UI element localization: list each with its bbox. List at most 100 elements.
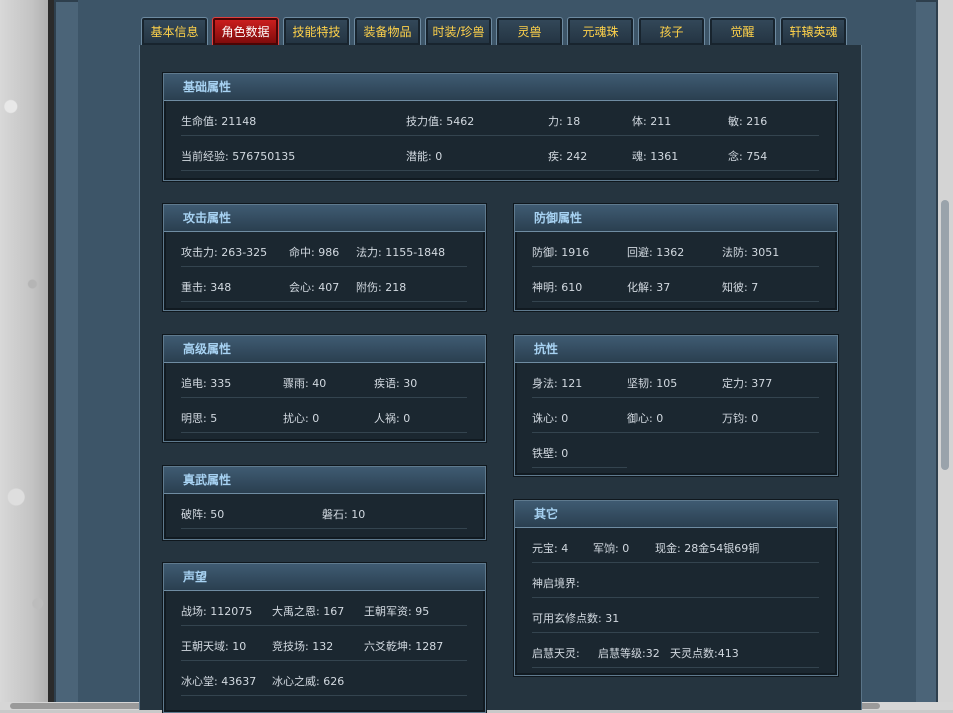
stat-crit: 会心: 407 <box>289 281 340 294</box>
table-row: 铁壁: 0 <box>532 433 627 468</box>
stat-hp: 生命值: 21148 <box>181 115 257 128</box>
stat-con: 体: 211 <box>632 115 672 128</box>
table-row: 生命值: 21148 技力值: 5462 力: 18 体: 211 敏: 216 <box>181 101 819 136</box>
vertical-scrollbar[interactable] <box>938 0 953 710</box>
box-title: 高级属性 <box>164 336 485 363</box>
tab-character-data[interactable]: 角色数据 <box>212 17 279 45</box>
stat-zhuidian: 追电: 335 <box>181 377 232 390</box>
table-row: 重击: 348 会心: 407 附伤: 218 <box>181 267 467 302</box>
rep-dynasty-realm: 王朝天域: 10 <box>181 640 247 653</box>
stat-evasion: 回避: 1362 <box>627 246 685 259</box>
rep-bingxin-hall: 冰心堂: 43637 <box>181 675 257 688</box>
advanced-attributes-box: 高级属性 追电: 335 骤雨: 40 疾语: 30 明思: 5 扰心: 0 人… <box>163 335 486 442</box>
rep-battlefield: 战场: 112075 <box>181 605 253 618</box>
defense-attributes-box: 防御属性 防御: 1916 回避: 1362 法防: 3051 神明: 610 … <box>514 204 838 311</box>
resistance-box: 抗性 身法: 121 坚韧: 105 定力: 377 诛心: 0 御心: 0 万… <box>514 335 838 476</box>
tab-xuanyuan-heroes[interactable]: 轩辕英魂 <box>780 17 847 45</box>
stat-yuxin: 御心: 0 <box>627 412 664 425</box>
stat-tianling-points: 天灵点数:413 <box>670 647 739 660</box>
other-box: 其它 元宝: 4 军饷: 0 现金: 28金54银69铜 神启境界: 可用玄修点… <box>514 500 838 676</box>
table-row: 神明: 610 化解: 37 知彼: 7 <box>532 267 819 302</box>
stat-divine: 神明: 610 <box>532 281 583 294</box>
table-row: 破阵: 50 磐石: 10 <box>181 494 467 529</box>
stat-qihui-level: 启慧等级:32 <box>598 647 660 660</box>
stat-magic-defense: 法防: 3051 <box>722 246 780 259</box>
stat-speed: 疾: 242 <box>548 150 588 163</box>
box-title: 声望 <box>164 564 485 591</box>
stat-xuanxiu-points: 可用玄修点数: 31 <box>532 612 620 625</box>
stat-cash: 现金: 28金54银69铜 <box>655 542 760 555</box>
tab-soul-orb[interactable]: 元魂珠 <box>567 17 634 45</box>
box-title: 其它 <box>515 501 837 528</box>
stat-soul: 魂: 1361 <box>632 150 679 163</box>
table-row: 诛心: 0 御心: 0 万钧: 0 <box>532 398 819 433</box>
rep-liuyao: 六爻乾坤: 1287 <box>364 640 444 653</box>
stat-exp: 当前经验: 576750135 <box>181 150 296 163</box>
stone-background <box>0 0 54 710</box>
stat-sp: 技力值: 5462 <box>406 115 475 128</box>
stat-shenfa: 身法: 121 <box>532 377 583 390</box>
tab-basic-info[interactable]: 基本信息 <box>141 17 208 45</box>
stat-dingli: 定力: 377 <box>722 377 773 390</box>
basic-attributes-box: 基础属性 生命值: 21148 技力值: 5462 力: 18 体: 211 敏… <box>163 73 838 181</box>
table-row: 明思: 5 扰心: 0 人祸: 0 <box>181 398 467 433</box>
zhenwu-attributes-box: 真武属性 破阵: 50 磐石: 10 <box>163 466 486 540</box>
attack-attributes-box: 攻击属性 攻击力: 263-325 命中: 986 法力: 1155-1848 … <box>163 204 486 311</box>
table-row: 追电: 335 骤雨: 40 疾语: 30 <box>181 363 467 398</box>
stat-zhouyu: 骤雨: 40 <box>283 377 327 390</box>
stat-dissolve: 化解: 37 <box>627 281 671 294</box>
table-row: 冰心堂: 43637 冰心之威: 626 <box>181 661 467 696</box>
stat-shenqi-realm: 神启境界: <box>532 577 580 590</box>
stat-yuanbao: 元宝: 4 <box>532 542 569 555</box>
vertical-scrollbar-thumb[interactable] <box>941 200 949 470</box>
stat-qihui-tianling: 启慧天灵: <box>532 647 580 660</box>
stat-renhuo: 人祸: 0 <box>374 412 411 425</box>
stat-pozhen: 破阵: 50 <box>181 508 225 521</box>
reputation-box: 声望 战场: 112075 大禹之恩: 167 王朝军资: 95 王朝天域: 1… <box>163 563 486 713</box>
stat-mind: 念: 754 <box>728 150 768 163</box>
stat-agi: 敏: 216 <box>728 115 768 128</box>
content-panel: 基础属性 生命值: 21148 技力值: 5462 力: 18 体: 211 敏… <box>139 45 862 713</box>
stat-defense: 防御: 1916 <box>532 246 590 259</box>
stat-junxiang: 军饷: 0 <box>593 542 630 555</box>
table-row: 神启境界: <box>532 563 819 598</box>
tab-children[interactable]: 孩子 <box>638 17 705 45</box>
rep-bingxin-might: 冰心之威: 626 <box>272 675 345 688</box>
tab-equipment[interactable]: 装备物品 <box>354 17 421 45</box>
table-row: 元宝: 4 军饷: 0 现金: 28金54银69铜 <box>532 528 819 563</box>
stat-jiyu: 疾语: 30 <box>374 377 418 390</box>
rep-dynasty-supply: 王朝军资: 95 <box>364 605 430 618</box>
table-row: 攻击力: 263-325 命中: 986 法力: 1155-1848 <box>181 232 467 267</box>
tab-bar: 基本信息 角色数据 技能特技 装备物品 时装/珍兽 灵兽 元魂珠 孩子 觉醒 轩… <box>141 17 847 45</box>
rep-arena: 竞技场: 132 <box>272 640 334 653</box>
stat-hit: 命中: 986 <box>289 246 340 259</box>
rep-dayu: 大禹之恩: 167 <box>272 605 345 618</box>
stat-wanjun: 万钧: 0 <box>722 412 759 425</box>
table-row: 防御: 1916 回避: 1362 法防: 3051 <box>532 232 819 267</box>
table-row: 身法: 121 坚韧: 105 定力: 377 <box>532 363 819 398</box>
tab-skills[interactable]: 技能特技 <box>283 17 350 45</box>
stat-potential: 潜能: 0 <box>406 150 443 163</box>
box-title: 基础属性 <box>164 74 837 101</box>
stat-mingsi: 明思: 5 <box>181 412 218 425</box>
table-row: 当前经验: 576750135 潜能: 0 疾: 242 魂: 1361 念: … <box>181 136 819 171</box>
tab-fashion-pets[interactable]: 时装/珍兽 <box>425 17 492 45</box>
stat-zhuxin: 诛心: 0 <box>532 412 569 425</box>
stat-insight: 知彼: 7 <box>722 281 759 294</box>
stat-raoxin: 扰心: 0 <box>283 412 320 425</box>
box-title: 攻击属性 <box>164 205 485 232</box>
box-title: 防御属性 <box>515 205 837 232</box>
table-row: 战场: 112075 大禹之恩: 167 王朝军资: 95 <box>181 591 467 626</box>
stat-magic: 法力: 1155-1848 <box>356 246 446 259</box>
tab-spirit-beast[interactable]: 灵兽 <box>496 17 563 45</box>
stat-heavy-hit: 重击: 348 <box>181 281 232 294</box>
stat-attack: 攻击力: 263-325 <box>181 246 268 259</box>
tab-awakening[interactable]: 觉醒 <box>709 17 776 45</box>
box-title: 抗性 <box>515 336 837 363</box>
box-title: 真武属性 <box>164 467 485 494</box>
table-row: 王朝天域: 10 竞技场: 132 六爻乾坤: 1287 <box>181 626 467 661</box>
stat-str: 力: 18 <box>548 115 581 128</box>
table-row: 启慧天灵: 启慧等级:32 天灵点数:413 <box>532 633 819 668</box>
stat-jianren: 坚韧: 105 <box>627 377 678 390</box>
stat-panshi: 磐石: 10 <box>322 508 366 521</box>
